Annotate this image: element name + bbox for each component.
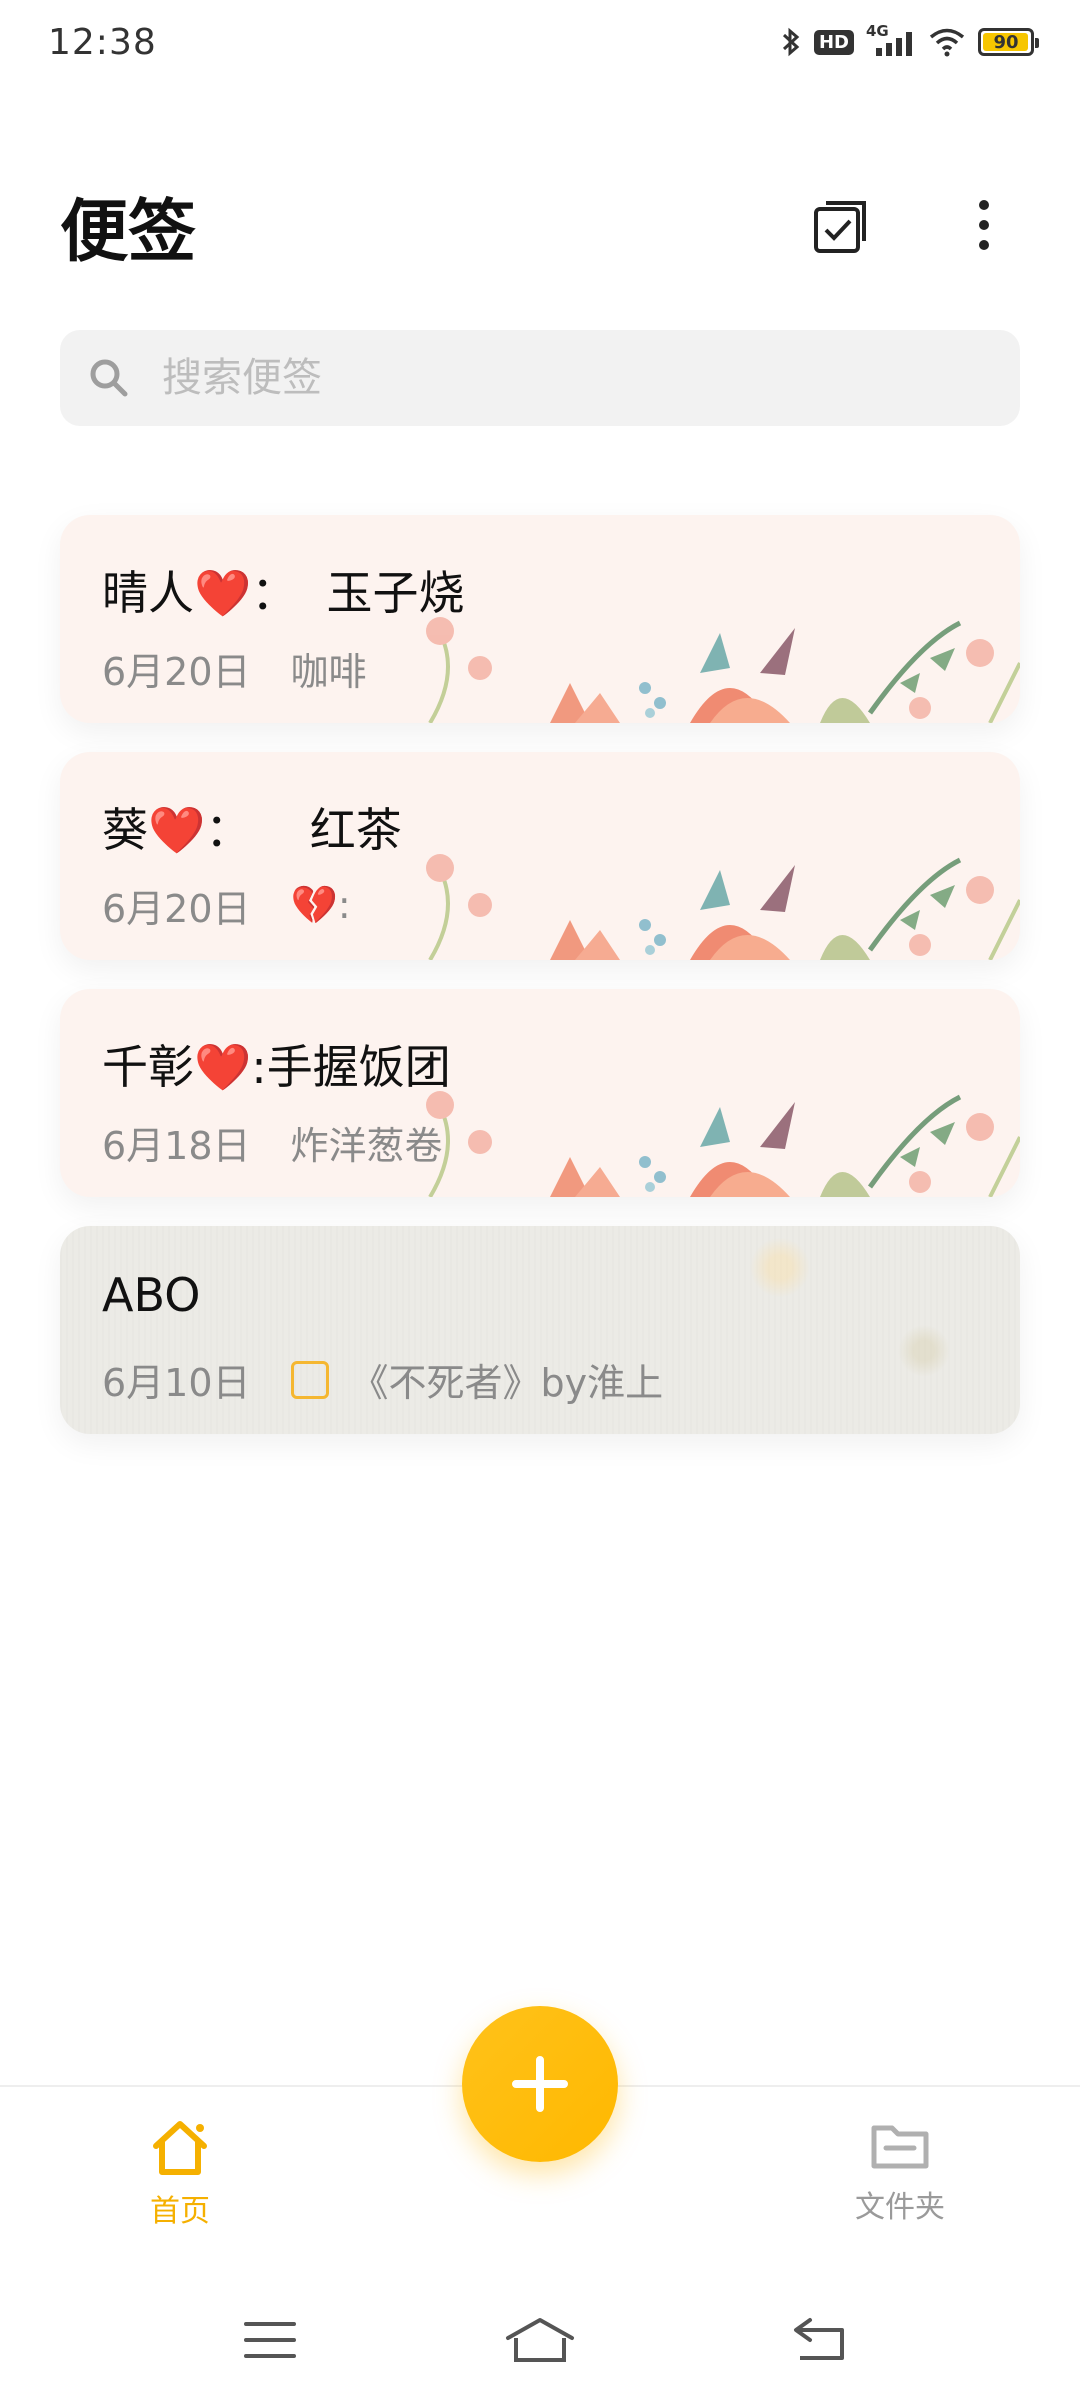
home-icon (153, 2121, 207, 2175)
note-date: 6月20日 (102, 887, 251, 931)
note-date: 6月18日 (102, 1124, 251, 1168)
note-preview: 《不死者》by淮上 (350, 1361, 664, 1405)
floral-decoration (426, 617, 1020, 723)
tab-folder[interactable]: 文件夹 (800, 2118, 1000, 2226)
more-options-button[interactable] (948, 189, 1020, 261)
note-card[interactable]: 千彰❤️:手握饭团 6月18日 炸洋葱卷 (60, 989, 1020, 1197)
add-note-button[interactable] (462, 2006, 618, 2162)
note-card[interactable]: 晴人❤️： 玉子烧 6月20日 咖啡 (60, 515, 1020, 723)
multi-select-icon (814, 201, 866, 253)
app-header: 便签 (0, 170, 1080, 280)
floral-decoration (426, 1091, 1020, 1197)
signal-icon: 4G (866, 22, 916, 58)
note-meta: 6月18日 炸洋葱卷 (102, 1115, 443, 1170)
note-meta: 6月10日 《不死者》by淮上 (102, 1352, 663, 1407)
note-preview: 咖啡 (290, 650, 367, 694)
note-title: 晴人❤️： 玉子烧 (102, 566, 465, 620)
system-navigation-bar (0, 2300, 1080, 2380)
tab-folder-label: 文件夹 (855, 2190, 945, 2225)
hd-icon: HD (813, 29, 854, 55)
battery-icon: 90 (978, 28, 1039, 56)
floral-decoration (426, 854, 1020, 960)
battery-level: 90 (993, 31, 1019, 53)
todo-checkbox[interactable] (290, 1360, 329, 1399)
search-input[interactable] (160, 354, 960, 402)
wifi-icon (929, 28, 965, 57)
recents-button[interactable] (230, 2310, 310, 2370)
tab-home-label: 首页 (150, 2194, 210, 2229)
bluetooth-icon (782, 27, 800, 57)
note-title: ABO (102, 1268, 201, 1322)
page-title: 便签 (60, 192, 197, 272)
notes-list: 晴人❤️： 玉子烧 6月20日 咖啡 葵❤️： 红茶 6月20日 💔: 千彰❤️… (60, 515, 1020, 1463)
status-icons: HD 4G 90 (780, 22, 1039, 58)
note-date: 6月20日 (102, 650, 251, 694)
status-time: 12:38 (48, 21, 157, 63)
search-bar[interactable] (60, 330, 1020, 426)
note-date: 6月10日 (102, 1361, 251, 1405)
home-button[interactable] (500, 2310, 580, 2370)
note-card[interactable]: ABO 6月10日 《不死者》by淮上 (60, 1226, 1020, 1434)
note-preview: 炸洋葱卷 (290, 1124, 443, 1168)
note-preview: 💔: (290, 883, 351, 927)
tab-home[interactable]: 首页 (80, 2118, 280, 2230)
note-meta: 6月20日 咖啡 (102, 641, 367, 696)
menu-icon (244, 2322, 296, 2358)
note-title: 千彰❤️:手握饭团 (102, 1040, 451, 1094)
search-icon (90, 359, 128, 397)
more-icon (979, 200, 989, 250)
multi-select-button[interactable] (806, 189, 878, 261)
folder-icon (871, 2125, 929, 2169)
back-icon (794, 2318, 844, 2360)
note-card[interactable]: 葵❤️： 红茶 6月20日 💔: (60, 752, 1020, 960)
home-outline-icon (506, 2318, 574, 2362)
plus-icon (512, 2056, 568, 2112)
back-button[interactable] (780, 2310, 860, 2370)
note-title: 葵❤️： 红茶 (102, 803, 402, 857)
note-meta: 6月20日 💔: (102, 878, 351, 933)
status-bar: 12:38 HD 4G 90 (0, 0, 1080, 84)
